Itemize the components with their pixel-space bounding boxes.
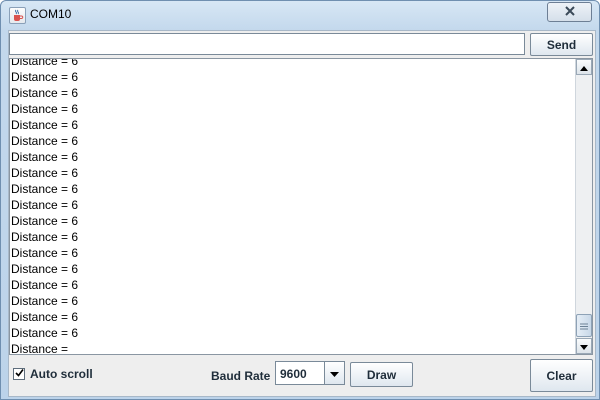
arrow-up-icon bbox=[580, 59, 588, 76]
output-line: Distance = 6 bbox=[11, 118, 79, 132]
send-input[interactable] bbox=[9, 33, 525, 55]
checkbox-box[interactable] bbox=[13, 368, 25, 380]
output-line: Distance = 6 bbox=[11, 86, 79, 100]
send-button[interactable]: Send bbox=[530, 33, 593, 56]
client-area: Send Distance = 6 Distance = 6 Distance = … bbox=[8, 30, 596, 397]
close-button[interactable] bbox=[547, 2, 592, 22]
autoscroll-label: Auto scroll bbox=[30, 367, 93, 381]
output-line: Distance = 6 bbox=[11, 70, 79, 84]
output-line: Distance = 6 bbox=[11, 166, 79, 180]
scroll-up-button[interactable] bbox=[576, 59, 592, 75]
output-line: Distance = 6 bbox=[11, 230, 79, 244]
scroll-thumb[interactable] bbox=[576, 314, 592, 337]
output-line: Distance = 6 bbox=[11, 182, 79, 196]
output-line: Distance = 6 bbox=[11, 278, 79, 292]
baud-rate-value: 9600 bbox=[280, 367, 307, 381]
title-bar[interactable]: COM10 bbox=[1, 1, 599, 29]
output-line: Distance = 6 bbox=[11, 214, 79, 228]
output-line: Distance = 6 bbox=[11, 326, 79, 340]
output-line: Distance = 6 bbox=[11, 294, 79, 308]
vertical-scrollbar[interactable] bbox=[575, 59, 592, 354]
output-line: Distance = 6 bbox=[11, 198, 79, 212]
scroll-down-button[interactable] bbox=[576, 338, 592, 354]
draw-button[interactable]: Draw bbox=[350, 362, 413, 387]
close-icon bbox=[564, 3, 576, 21]
chevron-down-icon bbox=[330, 364, 339, 382]
serial-output[interactable]: Distance = 6 Distance = 6 Distance = 6 Dist… bbox=[9, 58, 593, 355]
clear-button[interactable]: Clear bbox=[530, 359, 593, 392]
output-line: Distance = 6 bbox=[11, 150, 79, 164]
serial-monitor-window: COM10 Send Distance = 6 Distance = 6 Dista… bbox=[0, 0, 600, 400]
window-title: COM10 bbox=[30, 7, 72, 21]
checkmark-icon bbox=[14, 368, 24, 380]
output-line: Distance = 6 bbox=[11, 262, 79, 276]
arrow-down-icon bbox=[580, 337, 588, 354]
output-lines: Distance = 6 Distance = 6 Distance = 6 Dist… bbox=[11, 58, 576, 355]
output-line: Distance = 6 bbox=[11, 102, 79, 116]
autoscroll-checkbox[interactable]: Auto scroll bbox=[13, 367, 93, 381]
dropdown-arrow-button[interactable] bbox=[324, 362, 344, 384]
java-cup-icon bbox=[9, 7, 26, 24]
bottom-toolbar: Auto scroll Baud Rate 9600 Draw Clear bbox=[9, 357, 595, 395]
output-line: Distance = 6 bbox=[11, 134, 79, 148]
output-line: Distance = 6 bbox=[11, 310, 79, 324]
baud-rate-select[interactable]: 9600 bbox=[275, 361, 345, 385]
output-line: Distance = 6 bbox=[11, 246, 79, 260]
baud-rate-label: Baud Rate bbox=[211, 369, 271, 383]
output-line: Distance = bbox=[11, 342, 72, 355]
grip-icon bbox=[580, 317, 588, 335]
output-line: Distance = 6 bbox=[11, 58, 79, 68]
